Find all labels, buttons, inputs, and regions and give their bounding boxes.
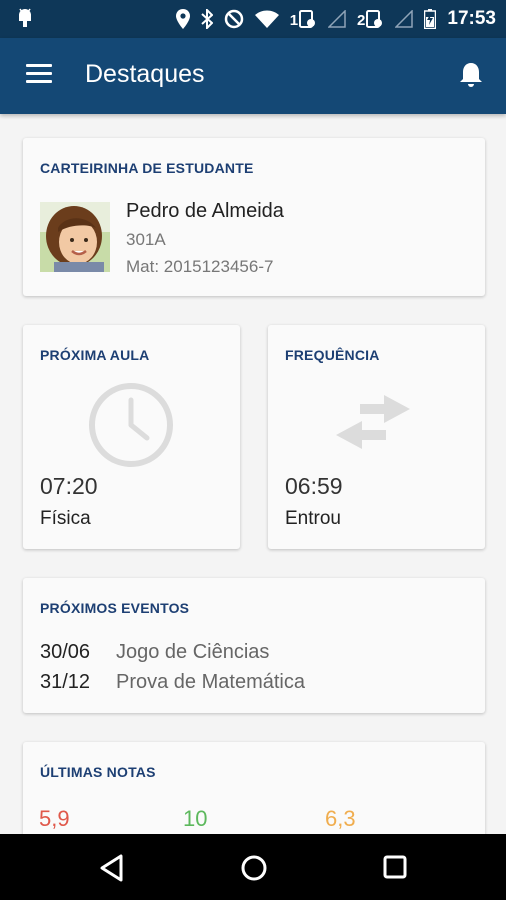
signal-icon bbox=[328, 10, 346, 28]
card-title: ÚLTIMAS NOTAS bbox=[40, 764, 156, 780]
event-date: 31/12 bbox=[40, 671, 91, 693]
event-date: 30/06 bbox=[40, 641, 91, 663]
hamburger-menu-icon[interactable] bbox=[26, 64, 54, 88]
battery-charging-icon bbox=[424, 9, 437, 29]
student-id-card[interactable]: CARTEIRINHA DE ESTUDANTE Pedro de Almeid… bbox=[23, 138, 485, 296]
bluetooth-icon bbox=[201, 9, 213, 29]
student-class: 301A bbox=[126, 230, 166, 249]
card-title: CARTEIRINHA DE ESTUDANTE bbox=[40, 160, 254, 176]
list-item: 31/12 Prova de Matemática bbox=[40, 671, 305, 694]
sim1-signal-icon: 1 bbox=[290, 10, 317, 28]
clock-icon bbox=[87, 381, 175, 474]
next-class-time: 07:20 bbox=[40, 473, 98, 499]
status-time: 17:53 bbox=[447, 8, 496, 29]
grade-value: 5,9 bbox=[39, 806, 70, 831]
sim2-signal-icon: 2 bbox=[357, 10, 384, 28]
wifi-icon bbox=[254, 10, 279, 28]
card-title: PRÓXIMA AULA bbox=[40, 347, 150, 363]
do-not-disturb-icon bbox=[224, 9, 243, 29]
bell-icon[interactable] bbox=[458, 61, 484, 94]
system-nav-bar bbox=[0, 834, 506, 900]
grade-value: 6,3 bbox=[325, 806, 356, 831]
avatar bbox=[40, 202, 110, 272]
recent-apps-icon[interactable] bbox=[382, 854, 408, 885]
swap-arrows-icon bbox=[334, 391, 414, 460]
event-name: Jogo de Ciências bbox=[116, 641, 270, 663]
status-bar: 1 2 17:53 bbox=[0, 0, 506, 38]
list-item: 30/06 Jogo de Ciências bbox=[40, 641, 269, 664]
event-name: Prova de Matemática bbox=[116, 671, 305, 693]
next-class-subject: Física bbox=[40, 508, 91, 529]
app-bar: Destaques bbox=[0, 38, 506, 114]
page-title: Destaques bbox=[85, 60, 205, 88]
android-icon bbox=[16, 7, 34, 34]
next-class-card[interactable]: PRÓXIMA AULA 07:20 Física bbox=[23, 325, 240, 549]
frequency-card[interactable]: FREQUÊNCIA 06:59 Entrou bbox=[268, 325, 485, 549]
card-title: PRÓXIMOS EVENTOS bbox=[40, 600, 190, 616]
student-registration: Mat: 2015123456-7 bbox=[126, 257, 274, 276]
home-icon[interactable] bbox=[240, 854, 268, 887]
location-icon bbox=[175, 9, 190, 29]
signal-icon-2 bbox=[395, 10, 414, 28]
student-name: Pedro de Almeida bbox=[126, 200, 284, 222]
card-title: FREQUÊNCIA bbox=[285, 347, 380, 363]
upcoming-events-card[interactable]: PRÓXIMOS EVENTOS 30/06 Jogo de Ciências 3… bbox=[23, 578, 485, 713]
frequency-time: 06:59 bbox=[285, 473, 343, 499]
frequency-status: Entrou bbox=[285, 508, 341, 529]
back-icon[interactable] bbox=[99, 854, 125, 887]
grade-value: 10 bbox=[183, 806, 208, 831]
